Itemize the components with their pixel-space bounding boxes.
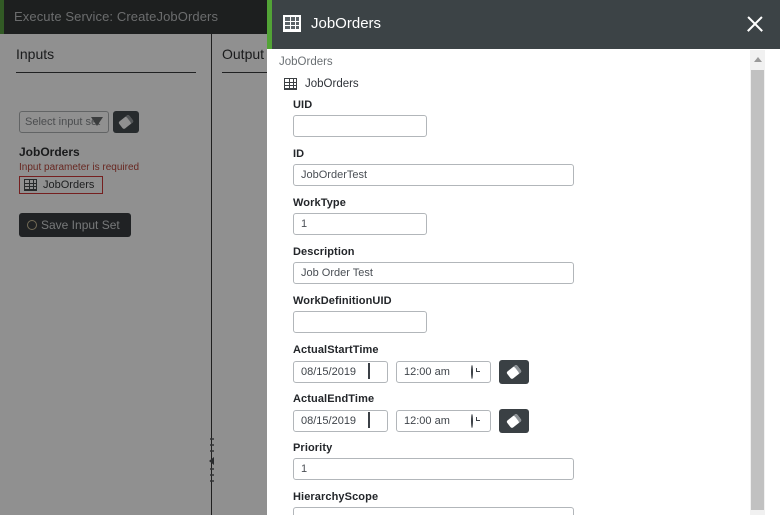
- field-workdefinitionuid: WorkDefinitionUID: [293, 295, 723, 333]
- joborders-dialog: JobOrders JobOrders JobOrders UID ID Job…: [267, 0, 780, 515]
- calendar-icon[interactable]: [368, 412, 381, 428]
- actualstarttime-time-input[interactable]: 12:00 am: [396, 361, 491, 383]
- datetime-row: 08/15/2019 12:00 am: [293, 360, 723, 384]
- actualendtime-time-input[interactable]: 12:00 am: [396, 410, 491, 432]
- eraser-icon: [506, 364, 522, 380]
- clock-icon[interactable]: [471, 365, 484, 379]
- field-label: Priority: [293, 442, 333, 454]
- worktype-input[interactable]: 1: [293, 213, 427, 235]
- field-id: ID JobOrderTest: [293, 148, 723, 186]
- actualendtime-date-input[interactable]: 08/15/2019: [293, 410, 388, 432]
- scrollbar-thumb[interactable]: [751, 70, 764, 510]
- clock-icon[interactable]: [471, 414, 484, 428]
- dialog-accent-strip: [267, 0, 272, 49]
- datetime-row: 08/15/2019 12:00 am: [293, 409, 723, 433]
- eraser-icon: [506, 413, 522, 429]
- chevron-up-icon[interactable]: [754, 57, 762, 62]
- screen: Execute Service: CreateJobOrders Inputs …: [0, 0, 780, 515]
- calendar-icon[interactable]: [368, 363, 381, 379]
- hierarchyscope-input[interactable]: [293, 507, 574, 515]
- field-label: WorkType: [293, 197, 346, 209]
- date-value: 08/15/2019: [301, 415, 357, 427]
- field-actualendtime: ActualEndTime 08/15/2019 12:00 am: [293, 393, 723, 433]
- dialog-header-area-icon: [283, 15, 301, 37]
- time-value: 12:00 am: [404, 366, 450, 378]
- time-value: 12:00 am: [404, 415, 450, 427]
- field-label: ActualStartTime: [293, 344, 379, 356]
- actualendtime-clear-button[interactable]: [499, 409, 529, 433]
- description-input[interactable]: Job Order Test: [293, 262, 574, 284]
- grid-icon: [284, 78, 297, 90]
- field-list: UID ID JobOrderTest WorkType 1 Descripti…: [293, 99, 723, 515]
- date-value: 08/15/2019: [301, 366, 357, 378]
- close-icon[interactable]: [744, 13, 766, 35]
- dialog-scrollbar[interactable]: [750, 50, 765, 515]
- tree-node-label: JobOrders: [305, 78, 359, 90]
- dialog-header: JobOrders: [267, 0, 780, 49]
- field-priority: Priority 1: [293, 442, 723, 480]
- id-input[interactable]: JobOrderTest: [293, 164, 574, 186]
- breadcrumb: JobOrders: [279, 56, 333, 68]
- dialog-right-gutter: [765, 98, 780, 515]
- priority-input[interactable]: 1: [293, 458, 574, 480]
- actualstarttime-date-input[interactable]: 08/15/2019: [293, 361, 388, 383]
- field-worktype: WorkType 1: [293, 197, 723, 235]
- uid-input[interactable]: [293, 115, 427, 137]
- field-uid: UID: [293, 99, 723, 137]
- field-label: HierarchyScope: [293, 491, 379, 503]
- field-label: WorkDefinitionUID: [293, 295, 392, 307]
- field-description: Description Job Order Test: [293, 246, 723, 284]
- field-hierarchyscope: HierarchyScope: [293, 491, 723, 515]
- grid-icon: [283, 15, 301, 32]
- field-label: ID: [293, 148, 305, 160]
- actualstarttime-clear-button[interactable]: [499, 360, 529, 384]
- dialog-title: JobOrders: [311, 15, 382, 32]
- workdefinitionuid-input[interactable]: [293, 311, 427, 333]
- dialog-scroll-pane: JobOrders JobOrders UID ID JobOrderTest: [267, 49, 733, 515]
- field-actualstarttime: ActualStartTime 08/15/2019 12:00 am: [293, 344, 723, 384]
- dialog-body: JobOrders JobOrders UID ID JobOrderTest: [267, 49, 780, 515]
- field-label: UID: [293, 99, 313, 111]
- tree-node-joborders[interactable]: JobOrders: [284, 78, 359, 90]
- field-label: Description: [293, 246, 355, 258]
- field-label: ActualEndTime: [293, 393, 375, 405]
